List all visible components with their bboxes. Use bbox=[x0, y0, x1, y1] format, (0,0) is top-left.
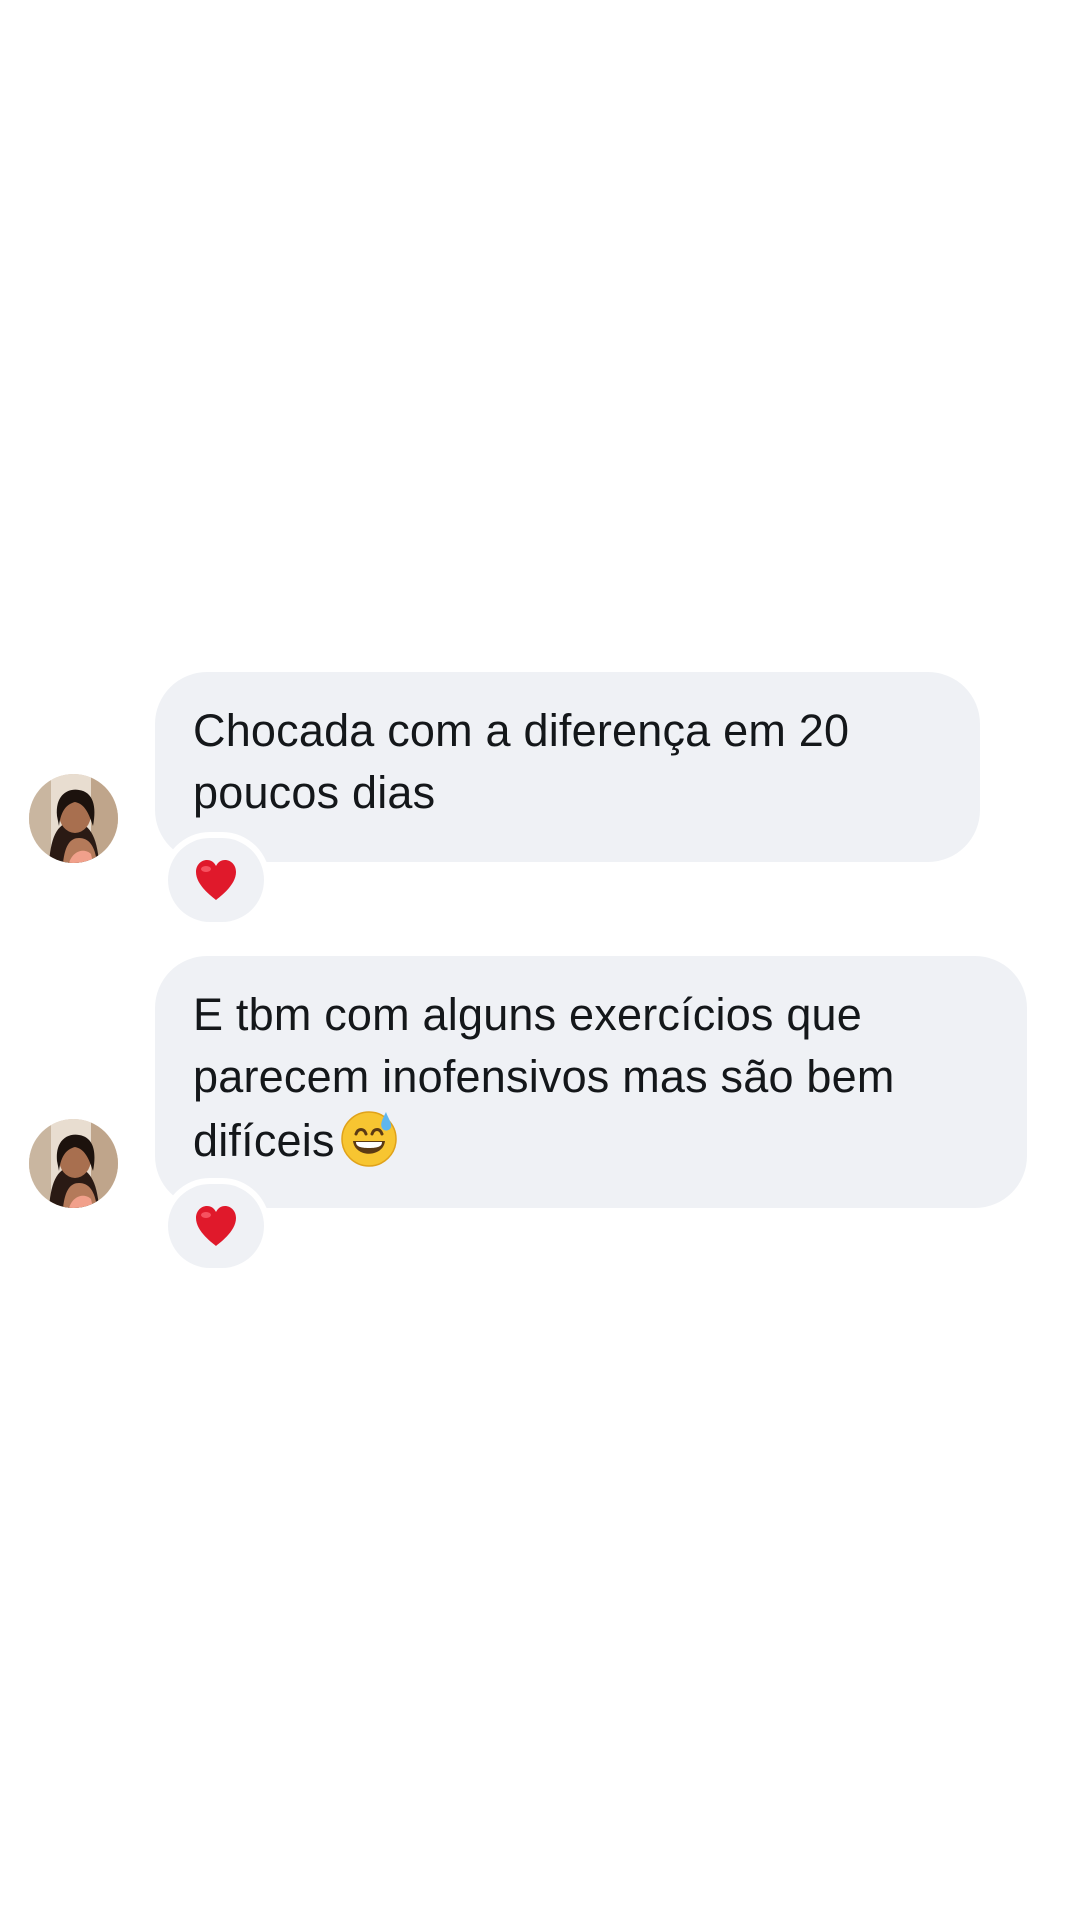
avatar-photo bbox=[29, 1119, 118, 1208]
message-row: E tbm com alguns exercícios que parecem … bbox=[0, 956, 1080, 1268]
avatar[interactable] bbox=[29, 1119, 118, 1208]
message-row: Chocada com a diferença em 20 poucos dia… bbox=[0, 672, 1080, 922]
reaction-badge[interactable] bbox=[168, 1184, 264, 1268]
reaction-badge[interactable] bbox=[168, 838, 264, 922]
message-bubble[interactable]: Chocada com a diferença em 20 poucos dia… bbox=[155, 672, 980, 862]
message-bubble[interactable]: E tbm com alguns exercícios que parecem … bbox=[155, 956, 1027, 1208]
avatar[interactable] bbox=[29, 774, 118, 863]
heart-icon bbox=[196, 860, 236, 900]
message-thread: Chocada com a diferença em 20 poucos dia… bbox=[0, 0, 1080, 1920]
message-text: E tbm com alguns exercícios que parecem … bbox=[193, 989, 895, 1166]
message-text: Chocada com a diferença em 20 poucos dia… bbox=[193, 705, 850, 818]
heart-icon bbox=[196, 1206, 236, 1246]
grinning-sweat-emoji bbox=[339, 1108, 399, 1168]
avatar-photo bbox=[29, 774, 118, 863]
